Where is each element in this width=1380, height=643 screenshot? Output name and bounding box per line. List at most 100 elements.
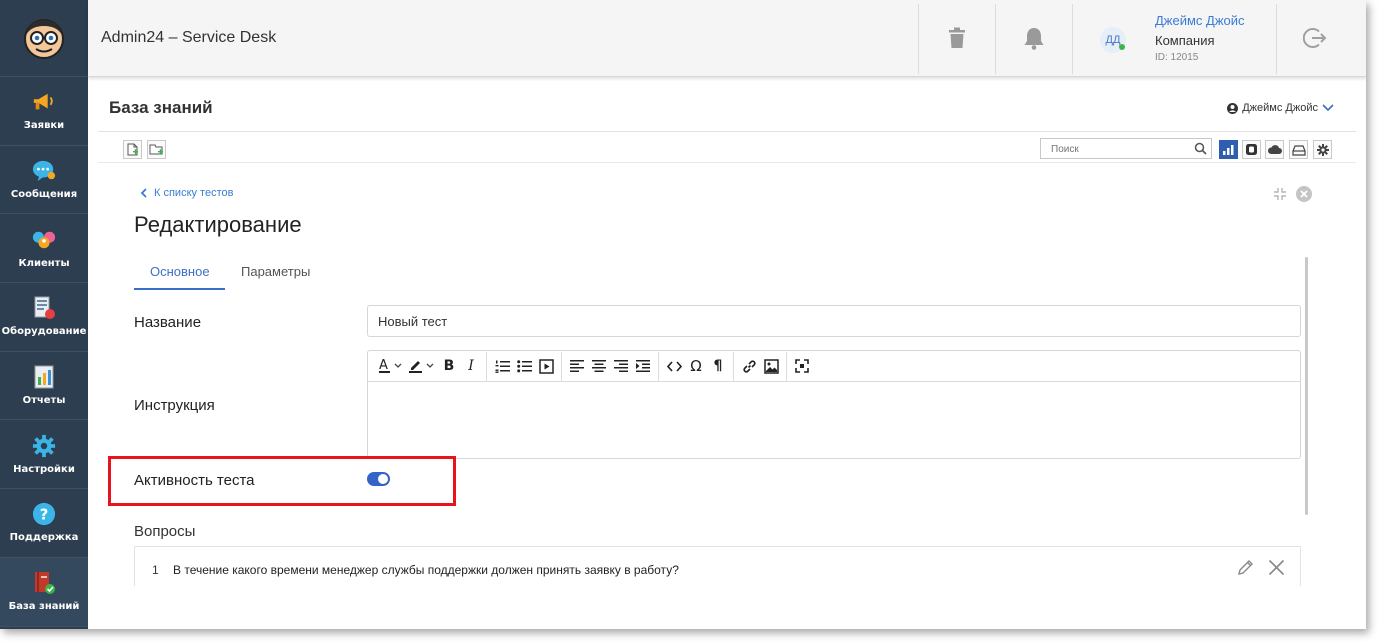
new-document-icon	[127, 143, 138, 156]
align-right-button[interactable]	[610, 355, 632, 377]
highlighter-icon	[409, 361, 434, 373]
help-icon: ?	[32, 502, 56, 526]
toolbar-divider	[658, 351, 659, 381]
notifications-button[interactable]	[1018, 22, 1050, 54]
logo[interactable]	[0, 0, 88, 77]
edit-question-button[interactable]	[1237, 559, 1254, 581]
tab-main[interactable]: Основное	[150, 264, 210, 279]
settings-button[interactable]	[1313, 140, 1332, 159]
chat-icon	[32, 159, 56, 183]
align-left-button[interactable]	[566, 355, 588, 377]
questions-label: Вопросы	[134, 523, 196, 540]
archive-button[interactable]	[1289, 140, 1308, 159]
gear-icon	[1316, 143, 1329, 156]
cloud-button[interactable]	[1265, 140, 1284, 159]
back-to-tests-link[interactable]: К списку тестов	[140, 187, 233, 199]
question-actions	[1237, 559, 1285, 581]
active-tab-indicator	[134, 288, 225, 290]
sidebar-item-label: Сообщения	[10, 189, 78, 201]
pilcrow-icon: ¶	[713, 358, 723, 374]
fullscreen-button[interactable]	[791, 355, 813, 377]
sidebar-item-knowledge-base[interactable]: База знаний	[0, 557, 88, 627]
toggle-knob	[378, 474, 388, 484]
test-active-label: Активность теста	[134, 472, 255, 489]
new-folder-button[interactable]	[147, 140, 166, 159]
new-folder-icon	[149, 144, 163, 155]
search-icon[interactable]	[1194, 142, 1207, 160]
align-left-icon	[570, 360, 584, 372]
bell-icon	[1024, 28, 1044, 50]
image-icon	[763, 358, 779, 374]
align-center-button[interactable]	[588, 355, 610, 377]
sidebar-item-label: Настройки	[13, 463, 75, 475]
insert-image-button[interactable]	[760, 355, 782, 377]
reports-icon	[32, 365, 56, 389]
bullet-list-button[interactable]	[513, 355, 535, 377]
collapse-icon[interactable]	[1273, 187, 1287, 206]
paragraph-marks-button[interactable]: ¶	[707, 355, 729, 377]
code-icon	[666, 360, 682, 372]
editor-title: Редактирование	[134, 212, 302, 237]
app-window: Заявки Сообщения Клиенты Оборудование От…	[0, 0, 1366, 629]
bold-icon: B	[443, 358, 455, 374]
test-active-toggle[interactable]	[367, 472, 390, 486]
divider	[995, 4, 996, 74]
page-title: База знаний	[109, 98, 213, 117]
sidebar-item-reports[interactable]: Отчеты	[0, 352, 88, 421]
divider	[1276, 4, 1277, 74]
align-right-icon	[614, 360, 628, 372]
sidebar-item-clients[interactable]: Клиенты	[0, 214, 88, 284]
ordered-list-button[interactable]	[491, 355, 513, 377]
media-icon	[538, 358, 554, 374]
user-icon	[1227, 102, 1239, 114]
online-status-indicator	[1119, 44, 1125, 50]
logout-icon	[1303, 28, 1327, 48]
delete-question-button[interactable]	[1268, 559, 1285, 581]
logout-button[interactable]	[1299, 22, 1331, 54]
indent-icon	[636, 360, 650, 372]
gear-icon	[32, 434, 56, 458]
chevron-down-icon	[1322, 104, 1334, 112]
chart-view-button[interactable]	[1219, 140, 1238, 159]
user-menu[interactable]: Джеймс Джойс	[1227, 102, 1334, 114]
sidebar-item-label: Клиенты	[18, 257, 70, 269]
link-icon	[742, 359, 756, 373]
scrollbar[interactable]	[1305, 257, 1308, 515]
toolbar-divider	[486, 351, 487, 381]
divider	[1072, 4, 1073, 74]
italic-button[interactable]: I	[460, 355, 482, 377]
special-char-button[interactable]: Ω	[685, 355, 707, 377]
new-document-button[interactable]	[123, 140, 142, 159]
highlight-color-button[interactable]	[406, 355, 438, 377]
question-number: 1	[152, 563, 159, 577]
tab-parameters[interactable]: Параметры	[241, 264, 310, 279]
italic-icon: I	[468, 358, 474, 374]
search-input[interactable]	[1041, 140, 1186, 159]
trash-button[interactable]	[941, 22, 973, 54]
instruction-editor: A B I Ω ¶	[367, 350, 1301, 459]
text-color-button[interactable]: A	[376, 355, 406, 377]
sidebar-item-equipment[interactable]: Оборудование	[0, 283, 88, 352]
insert-link-button[interactable]	[738, 355, 760, 377]
name-input[interactable]	[367, 305, 1301, 337]
toolbar-divider	[786, 351, 787, 381]
text-color-icon: A	[379, 358, 402, 373]
sidebar-item-requests[interactable]: Заявки	[0, 77, 88, 146]
trash-icon	[949, 27, 965, 48]
blog-button[interactable]	[1242, 140, 1261, 159]
sidebar-item-settings[interactable]: Настройки	[0, 420, 88, 490]
sidebar-item-support[interactable]: ? Поддержка	[0, 489, 88, 558]
bold-button[interactable]: B	[438, 355, 460, 377]
insert-media-button[interactable]	[535, 355, 557, 377]
equipment-icon	[32, 296, 56, 320]
sidebar-item-messages[interactable]: Сообщения	[0, 146, 88, 215]
divider	[98, 131, 1356, 132]
cloud-icon	[1267, 145, 1282, 154]
code-button[interactable]	[663, 355, 685, 377]
user-id: ID: 12015	[1155, 52, 1199, 63]
close-icon[interactable]	[1296, 186, 1312, 207]
clients-icon	[32, 228, 56, 252]
indent-button[interactable]	[632, 355, 654, 377]
user-name-link[interactable]: Джеймс Джойс	[1155, 13, 1245, 28]
instruction-text-area[interactable]	[368, 382, 1300, 458]
